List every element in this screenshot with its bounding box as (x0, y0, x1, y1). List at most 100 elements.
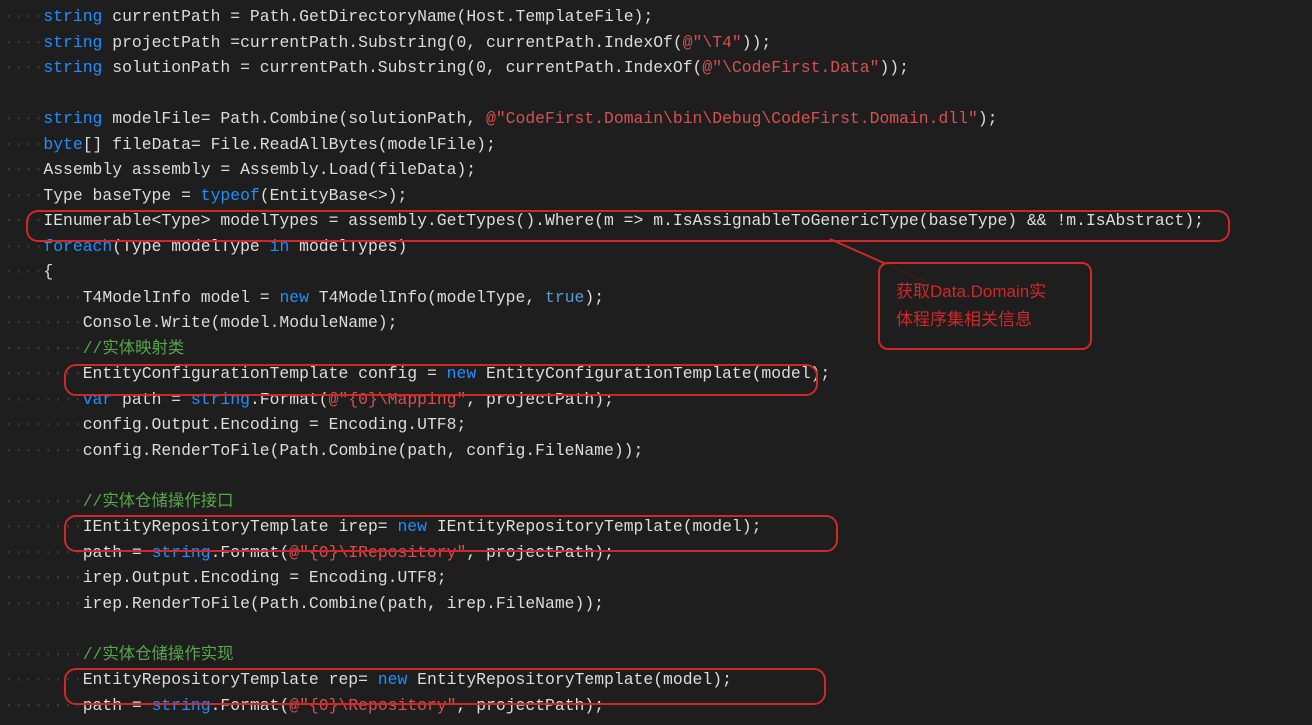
code-line[interactable]: ········path = string.Format(@"{0}\Repos… (4, 693, 1312, 719)
string-literal: @"\CodeFirst.Data" (702, 58, 879, 77)
code-text: IEnumerable<Type> modelTypes = assembly.… (43, 211, 1204, 230)
code-text: config.Output.Encoding = Encoding.UTF8; (83, 415, 467, 434)
whitespace: ········ (4, 594, 83, 613)
comment: //实体仓储操作实现 (83, 645, 234, 664)
keyword: new (378, 670, 408, 689)
keyword: foreach (43, 237, 112, 256)
code-text: EntityRepositoryTemplate(model); (407, 670, 732, 689)
whitespace: ···· (4, 7, 43, 26)
code-line[interactable]: ········//实体仓储操作接口 (4, 489, 1312, 515)
code-line[interactable] (4, 616, 1312, 642)
whitespace: ···· (4, 262, 43, 281)
code-line[interactable]: ····string projectPath =currentPath.Subs… (4, 30, 1312, 56)
code-text: , projectPath); (457, 696, 605, 715)
whitespace: ········ (4, 517, 83, 536)
code-text: currentPath = Path.GetDirectoryName(Host… (102, 7, 653, 26)
whitespace: ···· (4, 135, 43, 154)
keyword: typeof (201, 186, 260, 205)
code-text: irep.RenderToFile(Path.Combine(path, ire… (83, 594, 604, 613)
code-text: ); (978, 109, 998, 128)
code-line[interactable]: ····IEnumerable<Type> modelTypes = assem… (4, 208, 1312, 234)
code-text: )); (742, 33, 772, 52)
keyword: byte (43, 135, 82, 154)
code-line[interactable]: ····string currentPath = Path.GetDirecto… (4, 4, 1312, 30)
code-text: T4ModelInfo model = (83, 288, 280, 307)
code-line[interactable]: ········EntityConfigurationTemplate conf… (4, 361, 1312, 387)
code-text: .Format( (211, 543, 290, 562)
string-literal: @"{0}\Repository" (289, 696, 456, 715)
whitespace: ···· (4, 33, 43, 52)
whitespace: ········ (4, 415, 83, 434)
code-line[interactable]: ········EntityRepositoryTemplate rep= ne… (4, 667, 1312, 693)
comment: //实体仓储操作接口 (83, 492, 234, 511)
whitespace: ········ (4, 670, 83, 689)
code-text: modelTypes) (289, 237, 407, 256)
code-line[interactable]: ········irep.RenderToFile(Path.Combine(p… (4, 591, 1312, 617)
keyword: new (447, 364, 477, 383)
code-text: .Format( (250, 390, 329, 409)
code-text: Console.Write(model.ModuleName); (83, 313, 398, 332)
whitespace: ········ (4, 288, 83, 307)
code-line[interactable]: ····string solutionPath = currentPath.Su… (4, 55, 1312, 81)
whitespace: ········ (4, 364, 83, 383)
code-line[interactable]: ········Console.Write(model.ModuleName); (4, 310, 1312, 336)
code-line[interactable]: ····{ (4, 259, 1312, 285)
code-line[interactable]: ····Assembly assembly = Assembly.Load(fi… (4, 157, 1312, 183)
whitespace: ···· (4, 211, 43, 230)
code-line[interactable] (4, 463, 1312, 489)
code-text: EntityConfigurationTemplate config = (83, 364, 447, 383)
code-line[interactable]: ····Type baseType = typeof(EntityBase<>)… (4, 183, 1312, 209)
whitespace: ···· (4, 58, 43, 77)
code-line[interactable] (4, 81, 1312, 107)
code-text: ); (584, 288, 604, 307)
code-line[interactable]: ········var path = string.Format(@"{0}\M… (4, 387, 1312, 413)
whitespace: ···· (4, 109, 43, 128)
code-text: path = (112, 390, 191, 409)
code-text: , projectPath); (466, 543, 614, 562)
code-text: IEntityRepositoryTemplate irep= (83, 517, 398, 536)
code-line[interactable]: ········IEntityRepositoryTemplate irep= … (4, 514, 1312, 540)
code-text: (EntityBase<>); (260, 186, 408, 205)
code-text: [] fileData= File.ReadAllBytes(modelFile… (83, 135, 496, 154)
code-line[interactable]: ········T4ModelInfo model = new T4ModelI… (4, 285, 1312, 311)
whitespace: ········ (4, 441, 83, 460)
code-text: config.RenderToFile(Path.Combine(path, c… (83, 441, 644, 460)
keyword: true (545, 288, 584, 307)
string-literal: @"{0}\Mapping" (329, 390, 467, 409)
whitespace: ········ (4, 568, 83, 587)
keyword: string (152, 543, 211, 562)
string-literal: @"CodeFirst.Domain\bin\Debug\CodeFirst.D… (486, 109, 978, 128)
keyword: in (270, 237, 290, 256)
whitespace: ···· (4, 160, 43, 179)
code-line[interactable]: ········//实体映射类 (4, 336, 1312, 362)
code-text: Type baseType = (43, 186, 200, 205)
code-text: modelFile= Path.Combine(solutionPath, (102, 109, 486, 128)
code-text: , projectPath); (466, 390, 614, 409)
code-line[interactable]: ········//实体仓储操作实现 (4, 642, 1312, 668)
code-text: .Format( (211, 696, 290, 715)
code-line[interactable]: ········config.Output.Encoding = Encodin… (4, 412, 1312, 438)
keyword: new (279, 288, 309, 307)
code-text: T4ModelInfo(modelType, (309, 288, 545, 307)
code-text: IEntityRepositoryTemplate(model); (427, 517, 761, 536)
keyword: string (43, 58, 102, 77)
code-text: path = (83, 696, 152, 715)
string-literal: @"\T4" (683, 33, 742, 52)
whitespace: ···· (4, 237, 43, 256)
code-editor[interactable]: ····string currentPath = Path.GetDirecto… (0, 0, 1312, 718)
code-line[interactable]: ········config.RenderToFile(Path.Combine… (4, 438, 1312, 464)
string-literal: @"{0}\IRepository" (289, 543, 466, 562)
code-line[interactable]: ········path = string.Format(@"{0}\IRepo… (4, 540, 1312, 566)
code-line[interactable]: ········irep.Output.Encoding = Encoding.… (4, 565, 1312, 591)
whitespace: ········ (4, 645, 83, 664)
whitespace: ···· (4, 186, 43, 205)
comment: //实体映射类 (83, 339, 185, 358)
code-line[interactable]: ····foreach(Type modelType in modelTypes… (4, 234, 1312, 260)
code-text: projectPath =currentPath.Substring(0, cu… (102, 33, 682, 52)
code-line[interactable]: ····byte[] fileData= File.ReadAllBytes(m… (4, 132, 1312, 158)
code-text: { (43, 262, 53, 281)
code-text: (Type modelType (112, 237, 269, 256)
whitespace: ········ (4, 339, 83, 358)
keyword: new (397, 517, 427, 536)
code-line[interactable]: ····string modelFile= Path.Combine(solut… (4, 106, 1312, 132)
